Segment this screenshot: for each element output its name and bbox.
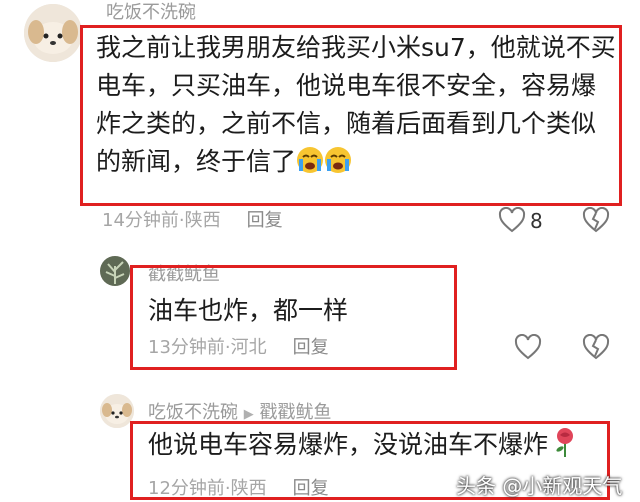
comment-time: 13分钟前	[148, 337, 225, 358]
broken-heart-icon	[582, 334, 610, 360]
comment-text-content: 他说电车容易爆炸，没说油车不爆炸	[148, 430, 549, 459]
comment-text-line: 的新闻，终于信了	[96, 143, 616, 185]
comment-time: 14分钟前	[102, 210, 179, 231]
dislike-button[interactable]	[582, 334, 610, 360]
comment-text-line: 我之前让我男朋友给我买小米su7，他就说不买	[96, 33, 616, 62]
plant-avatar-icon	[100, 256, 130, 286]
comment-location: 河北	[230, 337, 267, 358]
heart-icon	[498, 207, 526, 233]
comment-meta: 13分钟前·河北 回复	[148, 337, 329, 359]
reply-arrow-icon: ▶	[243, 407, 254, 422]
reply-button[interactable]: 回复	[247, 210, 283, 231]
comment-text: 油车也炸，都一样	[148, 296, 349, 325]
reply-button[interactable]: 回复	[293, 337, 329, 358]
like-button[interactable]	[498, 207, 526, 233]
comment-location: 陕西	[230, 478, 267, 499]
reply-author[interactable]: 吃饭不洗碗	[148, 402, 238, 423]
crying-face-icon	[324, 146, 352, 185]
reply-button[interactable]: 回复	[293, 478, 329, 499]
dog-avatar-icon	[100, 394, 134, 428]
reply-target[interactable]: 戳戳鱿鱼	[259, 402, 331, 423]
comment-text-line: 电车，只买油车，他说电车很不安全，容易爆	[96, 71, 597, 100]
broken-heart-icon	[582, 207, 610, 233]
comment-username[interactable]: 吃饭不洗碗	[106, 2, 196, 24]
comment-meta: 12分钟前·陕西 回复	[148, 478, 329, 500]
like-button[interactable]	[514, 334, 542, 360]
dislike-button[interactable]	[582, 207, 610, 233]
avatar[interactable]	[100, 256, 130, 286]
watermark: 头条 @小新观天气	[456, 474, 623, 498]
comment-text-line: 炸之类的，之前不信，随着后面看到几个类似	[96, 109, 597, 138]
heart-icon	[514, 334, 542, 360]
dog-avatar-icon	[24, 4, 82, 62]
crying-face-icon	[296, 146, 324, 185]
comment-meta: 14分钟前·陕西 回复	[102, 210, 283, 232]
comment-location: 陕西	[184, 210, 221, 231]
avatar[interactable]	[24, 4, 82, 62]
avatar[interactable]	[100, 394, 134, 428]
rose-icon	[554, 427, 576, 468]
comment-text: 他说电车容易爆炸，没说油车不爆炸	[148, 426, 576, 468]
comment-text: 我之前让我男朋友给我买小米su7，他就说不买 电车，只买油车，他说电车很不安全，…	[96, 29, 616, 185]
like-count: 8	[530, 209, 543, 233]
comment-text-line-end: 的新闻，终于信了	[96, 147, 297, 176]
comment-time: 12分钟前	[148, 478, 225, 499]
